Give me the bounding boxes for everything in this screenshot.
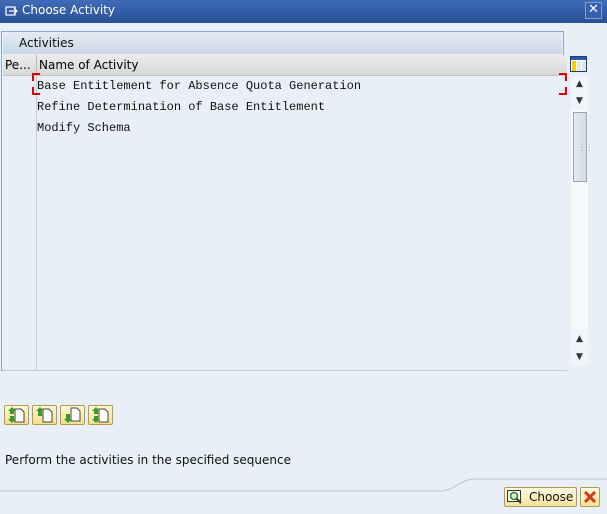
window-title: Choose Activity	[22, 3, 115, 17]
table-row[interactable]	[3, 223, 567, 245]
arrow-down-icon: ▼	[576, 96, 583, 106]
row-selector-cell[interactable]	[3, 76, 37, 97]
move-up-button[interactable]	[32, 405, 57, 425]
table-settings-icon[interactable]	[570, 56, 587, 72]
vertical-scrollbar[interactable]: ▲ ▼ ⋮⋮ ▲ ▼	[570, 74, 593, 368]
scroll-thumb[interactable]: ⋮⋮	[573, 112, 593, 182]
column-header-name[interactable]: Name of Activity	[39, 58, 138, 72]
move-up-icon	[36, 407, 53, 423]
table-row[interactable]: Modify Schema	[3, 118, 567, 140]
arrow-up-icon: ▲	[576, 334, 583, 344]
activity-table: Base Entitlement for Absence Quota Gener…	[3, 76, 567, 371]
row-selector-cell[interactable]	[3, 286, 37, 307]
column-header-perform[interactable]: Pe...	[5, 58, 37, 72]
row-selector-cell[interactable]	[3, 118, 37, 139]
arrow-up-icon: ▲	[576, 79, 583, 89]
grip-icon: ⋮⋮	[578, 143, 593, 152]
row-selector-cell[interactable]	[3, 244, 37, 265]
row-selector-cell[interactable]	[3, 202, 37, 223]
choose-icon	[507, 490, 522, 504]
close-button[interactable]: ✕	[585, 2, 602, 19]
panel-header: Activities	[3, 32, 562, 54]
move-first-icon	[8, 407, 25, 423]
row-selector-cell[interactable]	[3, 160, 37, 181]
table-row[interactable]: Base Entitlement for Absence Quota Gener…	[3, 76, 567, 98]
column-header: Pe... Name of Activity	[3, 55, 567, 76]
activity-name-cell[interactable]: Base Entitlement for Absence Quota Gener…	[37, 79, 361, 93]
scroll-page-up-button[interactable]: ▲	[571, 76, 588, 93]
table-row[interactable]	[3, 265, 567, 287]
title-bar: Choose Activity ✕	[0, 0, 607, 23]
table-row[interactable]	[3, 244, 567, 266]
cancel-button[interactable]	[580, 487, 600, 507]
row-selector-cell[interactable]	[3, 349, 37, 370]
row-selector-cell[interactable]	[3, 139, 37, 160]
scroll-track[interactable]: ⋮⋮	[571, 110, 593, 330]
table-row[interactable]: Refine Determination of Base Entitlement	[3, 97, 567, 119]
scroll-up-button[interactable]: ▼	[571, 93, 588, 110]
dialog-icon	[5, 6, 18, 16]
scroll-page-down-button[interactable]: ▼	[571, 349, 588, 366]
column-separator[interactable]	[36, 55, 37, 75]
close-icon: ✕	[588, 2, 599, 17]
table-row[interactable]	[3, 202, 567, 224]
move-last-button[interactable]	[88, 405, 113, 425]
row-selector-cell[interactable]	[3, 223, 37, 244]
panel-title: Activities	[19, 36, 74, 50]
row-selector-cell[interactable]	[3, 307, 37, 328]
instruction-text: Perform the activities in the specified …	[5, 453, 291, 467]
move-last-icon	[92, 407, 109, 423]
cancel-icon	[584, 491, 596, 503]
activity-name-cell[interactable]: Refine Determination of Base Entitlement	[37, 100, 325, 114]
table-row[interactable]	[3, 349, 567, 371]
table-row[interactable]	[3, 181, 567, 203]
arrow-down-icon: ▼	[576, 352, 583, 362]
scroll-down-button[interactable]: ▲	[571, 331, 588, 348]
activities-panel: Activities Pe... Name of Activity Base E…	[1, 31, 567, 371]
move-down-icon	[64, 407, 81, 423]
row-selector-cell[interactable]	[3, 181, 37, 202]
choose-button[interactable]: Choose	[504, 487, 577, 507]
activity-name-cell[interactable]: Modify Schema	[37, 121, 131, 135]
table-row[interactable]	[3, 286, 567, 308]
table-row[interactable]	[3, 328, 567, 350]
table-row[interactable]	[3, 139, 567, 161]
choose-label: Choose	[529, 490, 574, 504]
row-selector-cell[interactable]	[3, 328, 37, 349]
table-row[interactable]	[3, 160, 567, 182]
row-selector-cell[interactable]	[3, 265, 37, 286]
move-first-button[interactable]	[4, 405, 29, 425]
move-down-button[interactable]	[60, 405, 85, 425]
row-selector-cell[interactable]	[3, 97, 37, 118]
table-row[interactable]	[3, 307, 567, 329]
